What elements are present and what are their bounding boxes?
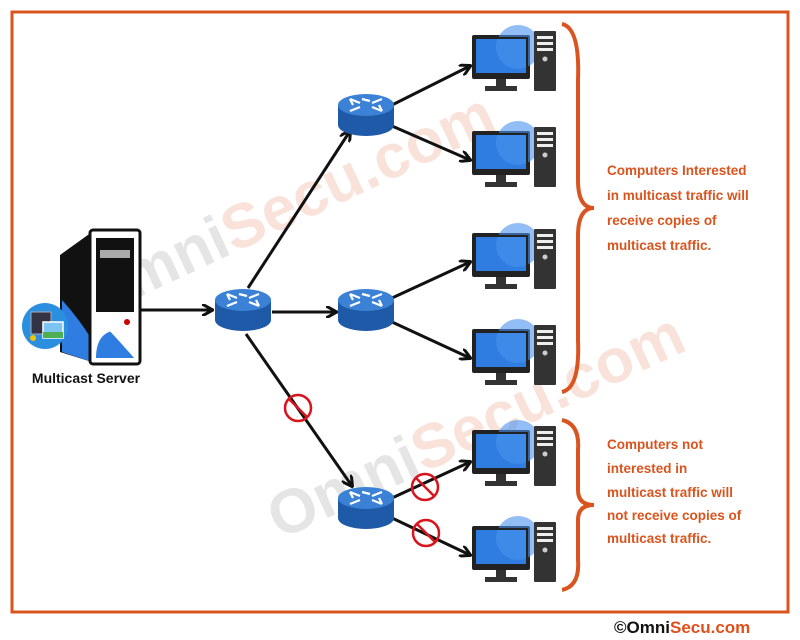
router-icon: [336, 287, 396, 333]
blocked-icon: [411, 518, 441, 548]
media-icon: [22, 303, 68, 349]
router-icon: [336, 485, 396, 531]
router-icon: [336, 92, 396, 138]
svg-text:Computers not: Computers not: [607, 437, 704, 452]
svg-text:in multicast traffic will: in multicast traffic will: [607, 188, 749, 203]
multicast-diagram: OmniSecu.com OmniSecu.com Multicast Serv…: [10, 10, 790, 637]
computer-icon: [471, 222, 557, 290]
copyright: ©OmniSecu.com: [614, 618, 750, 637]
interested-note: Computers Interested in multicast traffi…: [607, 163, 749, 253]
svg-text:multicast traffic will: multicast traffic will: [607, 485, 733, 500]
svg-text:receive copies of: receive copies of: [607, 213, 717, 228]
brace-not-interested: [561, 418, 595, 592]
server-label: Multicast Server: [32, 370, 141, 386]
svg-text:interested in: interested in: [607, 461, 687, 476]
svg-text:Computers Interested: Computers Interested: [607, 163, 747, 178]
router-icon: [213, 287, 273, 333]
computer-icon: [471, 24, 557, 92]
computer-icon: [471, 515, 557, 583]
svg-text:not receive copies of: not receive copies of: [607, 508, 742, 523]
not-interested-note: Computers not interested in multicast tr…: [607, 437, 742, 546]
server-icon: [60, 228, 142, 366]
blocked-icon: [283, 393, 313, 423]
svg-text:multicast traffic.: multicast traffic.: [607, 238, 711, 253]
svg-text:multicast traffic.: multicast traffic.: [607, 531, 711, 546]
